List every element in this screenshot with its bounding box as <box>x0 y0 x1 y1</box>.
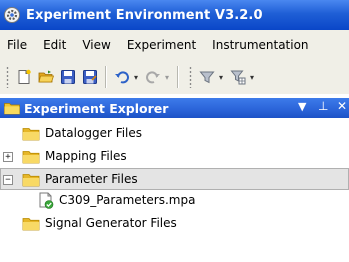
expand-plus-icon[interactable]: + <box>3 152 13 162</box>
tree-node-mapping-files[interactable]: Mapping Files <box>22 146 127 166</box>
undo-dropdown-arrow-icon[interactable]: ▾ <box>134 73 138 82</box>
folder-icon <box>22 127 40 140</box>
close-icon[interactable]: ✕ <box>337 99 347 113</box>
toolbar-separator <box>105 66 107 88</box>
menu-experiment[interactable]: Experiment <box>119 38 204 52</box>
menu-bar: File Edit View Experiment Instrumentatio… <box>0 30 349 60</box>
save-icon[interactable] <box>60 69 76 85</box>
redo-dropdown-arrow-icon: ▾ <box>165 72 170 82</box>
tree-node-parameter-files[interactable]: Parameter Files <box>0 168 349 190</box>
tree-node-label: Signal Generator Files <box>45 216 177 230</box>
menu-file[interactable]: File <box>0 38 35 52</box>
tree-node-c309-parameters-mpa[interactable]: C309_Parameters.mpa <box>38 190 195 210</box>
open-folder-icon[interactable] <box>38 69 54 85</box>
folder-icon <box>22 150 40 163</box>
title-bar: Experiment Environment V3.2.0 <box>0 0 349 30</box>
gear-app-icon[interactable] <box>4 7 20 23</box>
toolbar-separator <box>177 66 180 88</box>
tree-node-label: Mapping Files <box>45 149 127 163</box>
menu-edit[interactable]: Edit <box>35 38 74 52</box>
dropdown-arrow-icon[interactable]: ▼ <box>298 100 306 113</box>
explorer-folder-icon <box>4 103 20 115</box>
menu-instrumentation[interactable]: Instrumentation <box>204 38 316 52</box>
tree-node-label: C309_Parameters.mpa <box>59 193 196 207</box>
redo-icon <box>145 69 161 85</box>
filter-dropdown-arrow-icon[interactable]: ▾ <box>219 73 223 82</box>
pin-icon[interactable]: ⊥ <box>318 99 328 113</box>
undo-icon[interactable] <box>114 69 130 85</box>
filter-icon[interactable] <box>199 69 215 85</box>
folder-icon <box>22 217 40 230</box>
explorer-title: Experiment Explorer <box>24 100 169 116</box>
experiment-tree: Datalogger Files Mapping Files + Paramet… <box>0 118 349 262</box>
new-document-icon[interactable] <box>16 69 32 85</box>
toolbar-grip-handle[interactable] <box>189 66 193 88</box>
collapse-minus-icon[interactable]: − <box>3 175 13 185</box>
save-as-icon[interactable] <box>82 69 98 85</box>
window-title: Experiment Environment V3.2.0 <box>26 7 263 23</box>
menu-view[interactable]: View <box>74 38 118 52</box>
tree-node-signal-generator-files[interactable]: Signal Generator Files <box>22 213 177 233</box>
parameter-file-icon <box>39 192 54 209</box>
tree-node-label: Parameter Files <box>45 172 138 186</box>
tree-node-label: Datalogger Files <box>45 126 143 140</box>
folder-icon <box>22 173 40 186</box>
grid-filter-icon[interactable] <box>230 69 246 85</box>
toolbar-grip-handle[interactable] <box>6 66 9 88</box>
toolbar: ▾ ▾ ▾ ▾ <box>0 60 349 94</box>
tree-node-datalogger-files[interactable]: Datalogger Files <box>22 123 142 143</box>
experiment-explorer-header: Experiment Explorer ▼ ⊥ ✕ <box>0 98 349 118</box>
grid-filter-dropdown-arrow-icon[interactable]: ▾ <box>250 73 254 82</box>
